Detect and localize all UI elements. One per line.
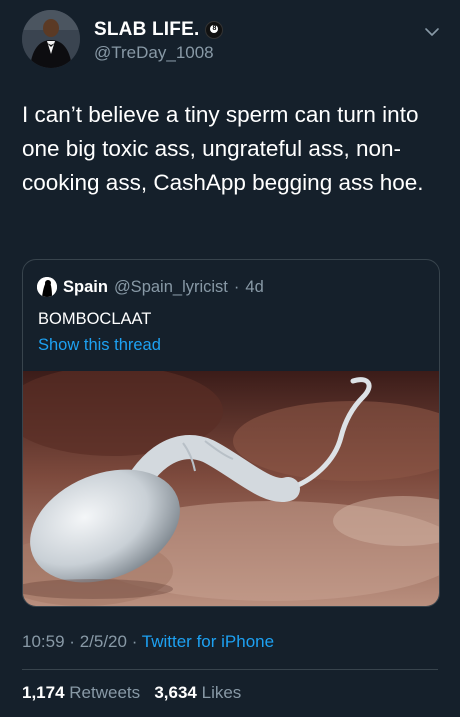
quoted-tweet[interactable]: Spain @Spain_lyricist · 4d BOMBOCLAAT Sh…	[22, 259, 440, 607]
divider	[22, 669, 438, 670]
retweets-count: 1,174	[22, 683, 65, 702]
tweet-meta: 10:59 · 2/5/20 · Twitter for iPhone	[22, 632, 274, 652]
tweet-date[interactable]: 2/5/20	[80, 632, 127, 651]
likes-count: 3,634	[154, 683, 197, 702]
tweet-source-link[interactable]: Twitter for iPhone	[142, 632, 274, 651]
tweet-header: SLAB LIFE. 8 @TreDay_1008	[22, 8, 442, 72]
chevron-down-icon[interactable]	[422, 22, 442, 42]
likes-stat[interactable]: 3,634 Likes	[154, 683, 241, 702]
quoted-media-image[interactable]	[23, 366, 439, 606]
quoted-author-handle[interactable]: @Spain_lyricist	[114, 278, 228, 297]
quoted-tweet-age: 4d	[245, 277, 264, 296]
quoted-author-avatar[interactable]	[37, 277, 57, 297]
separator-dot: ·	[131, 632, 138, 651]
tweet-time[interactable]: 10:59	[22, 632, 65, 651]
tweet-stats: 1,174 Retweets 3,634 Likes	[22, 683, 241, 703]
quoted-tweet-text: BOMBOCLAAT	[38, 310, 152, 328]
author-avatar[interactable]	[22, 10, 80, 68]
separator-dot: ·	[233, 277, 240, 296]
retweets-stat[interactable]: 1,174 Retweets	[22, 683, 140, 702]
separator-dot: ·	[69, 632, 75, 651]
quoted-author-name[interactable]: Spain	[63, 278, 108, 297]
tweet-text: I can’t believe a tiny sperm can turn in…	[22, 102, 424, 195]
eight-ball-icon: 8	[205, 21, 224, 39]
likes-label: Likes	[201, 683, 242, 702]
retweets-label: Retweets	[69, 683, 141, 702]
author-handle[interactable]: @TreDay_1008	[94, 43, 214, 63]
show-thread-link[interactable]: Show this thread	[38, 336, 161, 355]
author-display-name[interactable]: SLAB LIFE.	[94, 19, 199, 41]
